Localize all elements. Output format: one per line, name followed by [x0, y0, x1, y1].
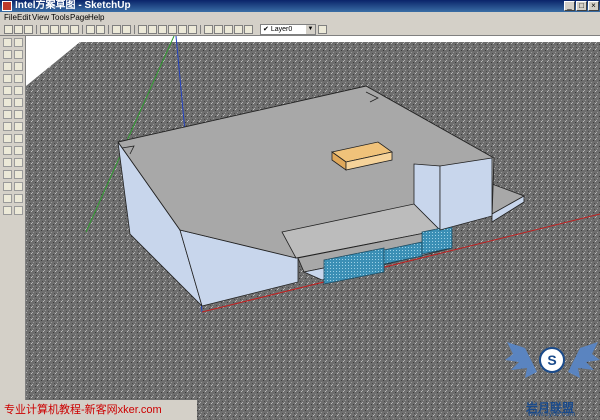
minimize-button[interactable]: _	[564, 1, 575, 11]
toolbar-separator	[82, 25, 83, 34]
circle-icon[interactable]	[14, 74, 23, 83]
menu-file[interactable]: File	[4, 12, 17, 23]
top-view-icon[interactable]	[148, 25, 157, 34]
window-title: Intel方案草图 - SketchUp	[15, 0, 131, 11]
sketchup-window: Intel方案草图 - SketchUp _ □ × File Edit Vie…	[0, 0, 600, 420]
right-view-icon[interactable]	[168, 25, 177, 34]
save-icon[interactable]	[24, 25, 33, 34]
logo-badge: S	[547, 352, 556, 368]
pan-icon[interactable]	[14, 158, 23, 167]
position-camera-icon[interactable]	[3, 206, 12, 215]
layer-name: Layer0	[270, 26, 293, 33]
cut-icon[interactable]	[40, 25, 49, 34]
watermark-text: 专业计算机教程-新客网xker.com	[0, 400, 197, 420]
tape-measure-icon[interactable]	[3, 122, 12, 131]
layer-select[interactable]: ✔ Layer0 ▼	[260, 24, 316, 35]
delete-icon[interactable]	[70, 25, 79, 34]
close-button[interactable]: ×	[588, 1, 599, 11]
toolbar-separator	[108, 25, 109, 34]
axes-icon[interactable]	[14, 146, 23, 155]
freehand-icon[interactable]	[3, 74, 12, 83]
print-icon[interactable]	[112, 25, 121, 34]
rectangle-icon[interactable]	[14, 50, 23, 59]
menu-edit[interactable]: Edit	[17, 12, 31, 23]
section-plane-icon[interactable]	[14, 206, 23, 215]
arc-icon[interactable]	[14, 62, 23, 71]
back-view-icon[interactable]	[178, 25, 187, 34]
paste-icon[interactable]	[60, 25, 69, 34]
previous-view-icon[interactable]	[14, 182, 23, 191]
title-bar: Intel方案草图 - SketchUp _ □ ×	[0, 0, 600, 12]
scale-icon[interactable]	[3, 110, 12, 119]
shaded-icon[interactable]	[234, 25, 243, 34]
polygon-icon[interactable]	[14, 86, 23, 95]
main-toolbar: ✔ Layer0 ▼	[0, 23, 600, 36]
wireframe-icon[interactable]	[214, 25, 223, 34]
zoom-extents-icon[interactable]	[3, 182, 12, 191]
textured-icon[interactable]	[244, 25, 253, 34]
eraser-icon[interactable]	[14, 38, 23, 47]
maximize-button[interactable]: □	[576, 1, 587, 11]
iso-view-icon[interactable]	[138, 25, 147, 34]
zoom-window-icon[interactable]	[14, 170, 23, 179]
app-icon	[2, 1, 12, 11]
left-view-icon[interactable]	[188, 25, 197, 34]
walk-icon[interactable]	[3, 194, 12, 203]
xray-icon[interactable]	[204, 25, 213, 34]
hidden-line-icon[interactable]	[224, 25, 233, 34]
protractor-icon[interactable]	[14, 134, 23, 143]
rotate-icon[interactable]	[3, 98, 12, 107]
menu-bar: File Edit View Tools Page Help	[0, 12, 600, 23]
menu-page[interactable]: Page	[70, 12, 89, 23]
copy-icon[interactable]	[50, 25, 59, 34]
toolbar-separator	[134, 25, 135, 34]
paint-bucket-icon[interactable]	[3, 50, 12, 59]
orbit-icon[interactable]	[3, 158, 12, 167]
logo-url: www.5yue.com	[528, 411, 576, 418]
layer-manager-icon[interactable]	[318, 25, 327, 34]
redo-icon[interactable]	[96, 25, 105, 34]
menu-tools[interactable]: Tools	[51, 12, 70, 23]
dimension-icon[interactable]	[3, 134, 12, 143]
line-icon[interactable]	[3, 62, 12, 71]
menu-help[interactable]: Help	[88, 12, 104, 23]
zoom-icon[interactable]	[3, 170, 12, 179]
text-icon[interactable]	[3, 146, 12, 155]
select-icon[interactable]	[3, 38, 12, 47]
toolbar-separator	[200, 25, 201, 34]
menu-view[interactable]: View	[32, 12, 49, 23]
chevron-down-icon[interactable]: ▼	[306, 25, 315, 34]
toolbar-separator	[36, 25, 37, 34]
undo-icon[interactable]	[86, 25, 95, 34]
model-info-icon[interactable]	[122, 25, 131, 34]
move-icon[interactable]	[3, 86, 12, 95]
front-view-icon[interactable]	[158, 25, 167, 34]
layer-check-icon: ✔	[263, 26, 269, 33]
open-icon[interactable]	[14, 25, 23, 34]
new-icon[interactable]	[4, 25, 13, 34]
tool-palette	[0, 36, 26, 400]
offset-icon[interactable]	[14, 110, 23, 119]
look-around-icon[interactable]	[14, 194, 23, 203]
follow-me-icon[interactable]	[14, 122, 23, 131]
push-pull-icon[interactable]	[14, 98, 23, 107]
